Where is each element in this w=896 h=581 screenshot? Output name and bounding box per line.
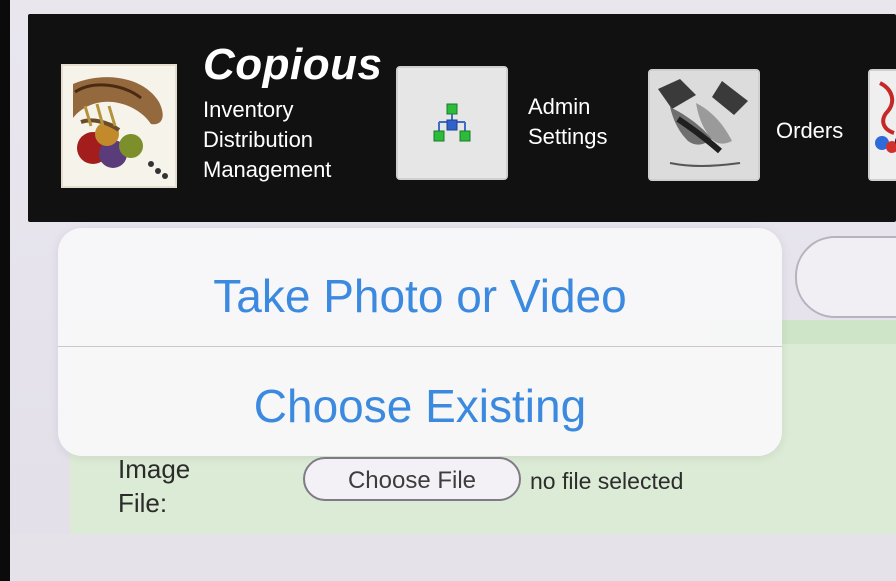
orders-button[interactable] xyxy=(648,69,760,181)
admin-settings-label[interactable]: Admin Settings xyxy=(528,92,648,152)
bottom-strip xyxy=(10,534,896,581)
brand-subtitle: Inventory Distribution Management xyxy=(203,95,382,185)
logo-illustration xyxy=(63,66,175,186)
brand-subtitle-line3: Management xyxy=(203,157,332,182)
brand-subtitle-line1: Inventory xyxy=(203,97,294,122)
image-source-popover: Take Photo or Video Choose Existing xyxy=(58,228,782,456)
partial-icon xyxy=(870,71,896,179)
admin-label-line1: Admin xyxy=(528,94,591,119)
handshake-icon xyxy=(650,71,758,179)
right-pill-button[interactable] xyxy=(795,236,896,318)
brand-subtitle-line2: Distribution xyxy=(203,127,314,152)
admin-label-line2: Settings xyxy=(528,124,608,149)
cornucopia-logo xyxy=(61,64,177,188)
app-screen: Copious Inventory Distribution Managemen… xyxy=(10,0,896,581)
take-photo-or-video-option[interactable]: Take Photo or Video xyxy=(58,266,782,326)
org-chart-icon xyxy=(398,68,506,178)
orders-label[interactable]: Orders xyxy=(776,116,843,146)
app-header: Copious Inventory Distribution Managemen… xyxy=(28,14,896,222)
admin-settings-button[interactable] xyxy=(396,66,508,180)
choose-file-button[interactable]: Choose File xyxy=(303,457,521,501)
popover-divider xyxy=(58,346,782,347)
third-nav-button[interactable] xyxy=(868,69,896,181)
image-file-label: Image File: xyxy=(118,452,228,520)
image-label-line1: Image xyxy=(118,454,191,484)
file-status-text: no file selected xyxy=(530,468,684,494)
brand-block: Copious Inventory Distribution Managemen… xyxy=(203,41,382,185)
brand-title: Copious xyxy=(203,40,383,89)
choose-existing-option[interactable]: Choose Existing xyxy=(58,376,782,436)
image-label-line2: File: xyxy=(118,488,168,518)
